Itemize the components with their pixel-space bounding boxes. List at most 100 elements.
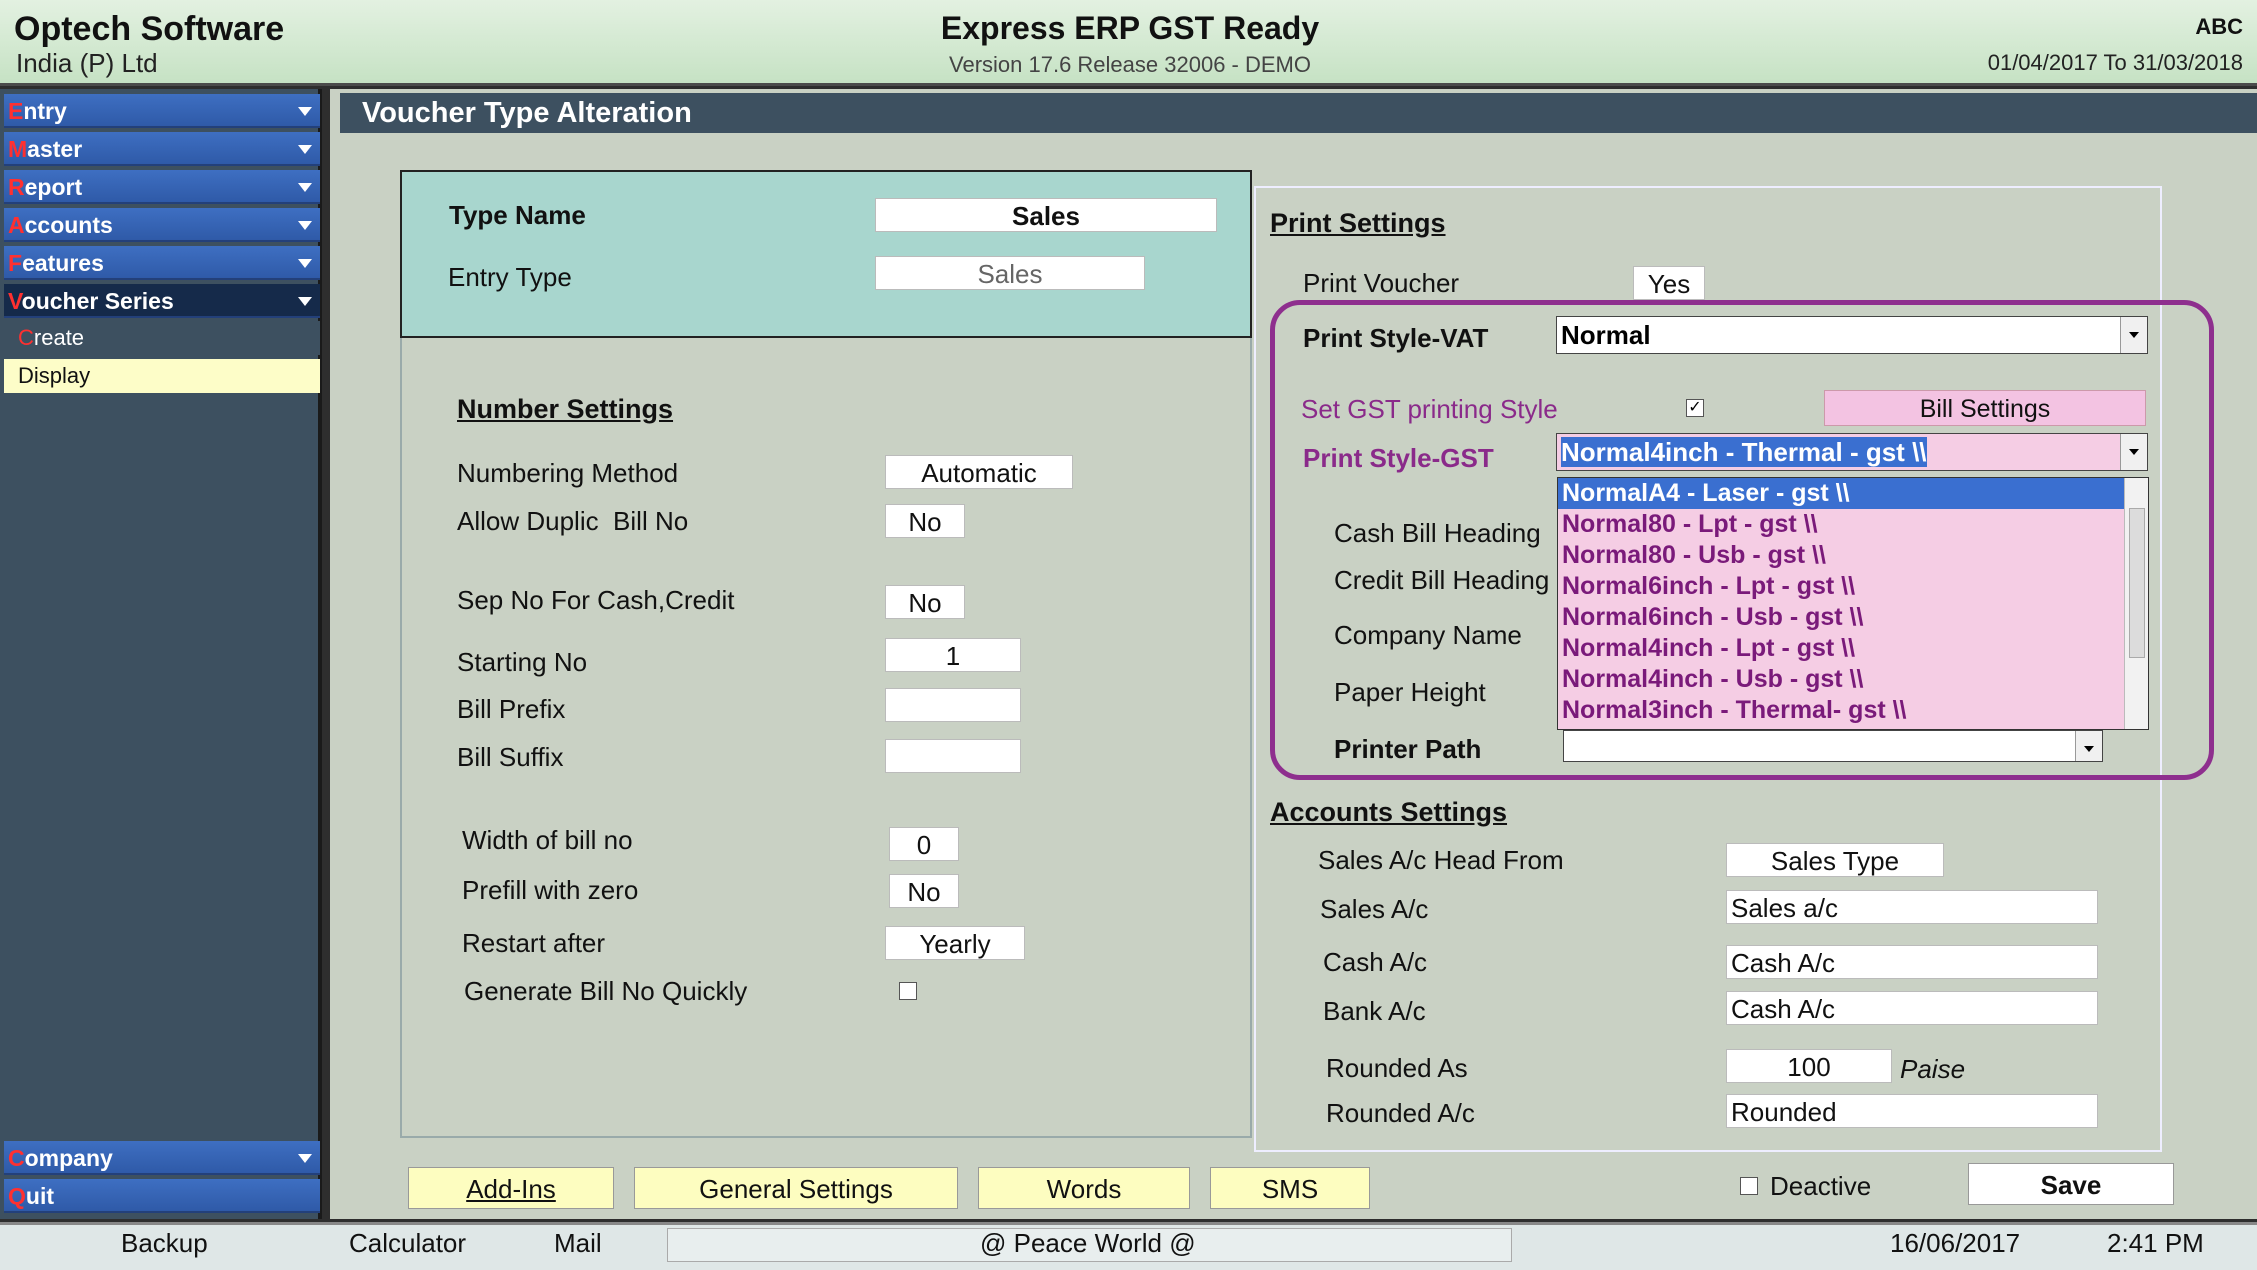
backup-button[interactable]: Backup (121, 1228, 208, 1259)
chevron-down-icon[interactable] (2075, 731, 2102, 761)
general-settings-button[interactable]: General Settings (634, 1167, 958, 1209)
gst-style-dropdown: NormalA4 - Laser - gst \\ Normal80 - Lpt… (1557, 477, 2149, 730)
printer-path-select[interactable] (1563, 730, 2103, 762)
type-box (400, 170, 1252, 338)
print-voucher-field[interactable]: Yes (1633, 266, 1705, 300)
company-name-label: Company Name (1334, 620, 1522, 650)
menu-hotkey: Q (8, 1183, 26, 1209)
print-voucher-label: Print Voucher (1303, 268, 1460, 298)
chevron-down-icon (298, 183, 312, 192)
mail-button[interactable]: Mail (554, 1228, 602, 1259)
calculator-button[interactable]: Calculator (349, 1228, 466, 1259)
menu-voucher-series[interactable]: Voucher Series (4, 284, 320, 318)
menu-features[interactable]: Features (4, 246, 320, 280)
width-field[interactable]: 0 (889, 827, 959, 861)
menu-hotkey: R (8, 174, 25, 200)
menu-entry[interactable]: Entry (4, 94, 320, 128)
version-label: Version 17.6 Release 32006 - DEMO (949, 52, 1311, 77)
head-from-label: Sales A/c Head From (1318, 845, 1564, 875)
bill-prefix-label: Bill Prefix (457, 694, 566, 724)
select-value: Normal (1561, 320, 1651, 350)
menu-hotkey: A (8, 212, 25, 238)
deactive-checkbox[interactable] (1740, 1177, 1758, 1195)
restart-field[interactable]: Yearly (885, 926, 1025, 960)
bank-ac-label: Bank A/c (1323, 996, 1426, 1026)
number-settings-heading: Number Settings (457, 394, 674, 424)
set-gst-checkbox[interactable]: ✓ (1686, 399, 1704, 417)
numbering-method-field[interactable]: Automatic (885, 455, 1073, 489)
width-label: Width of bill no (462, 825, 633, 855)
chevron-down-icon (298, 107, 312, 116)
allow-duplic-field[interactable]: No (885, 504, 965, 538)
bill-prefix-field[interactable] (885, 688, 1021, 722)
type-name-field[interactable]: Sales (875, 198, 1217, 232)
print-style-vat-select[interactable]: Normal (1556, 316, 2148, 354)
rounded-as-field[interactable]: 100 (1726, 1049, 1892, 1083)
entry-type-field[interactable]: Sales (875, 256, 1145, 290)
sales-ac-label: Sales A/c (1320, 894, 1429, 924)
dropdown-option[interactable]: NormalA4 - Laser - gst \\ (1558, 478, 2148, 509)
printer-path-label: Printer Path (1334, 734, 1482, 764)
bill-suffix-field[interactable] (885, 739, 1021, 773)
sms-button[interactable]: SMS (1210, 1167, 1370, 1209)
submenu-create[interactable]: Create (4, 321, 320, 355)
print-style-gst-select[interactable]: Normal4inch - Thermal - gst \\ (1556, 433, 2148, 471)
dropdown-option[interactable]: Normal6inch - Lpt - gst \\ (1558, 571, 2148, 602)
menu-label: reate (33, 325, 85, 350)
head-from-field[interactable]: Sales Type (1726, 843, 1944, 877)
chevron-down-icon (298, 145, 312, 154)
prefill-field[interactable]: No (889, 874, 959, 908)
menu-report[interactable]: Report (4, 170, 320, 204)
sales-ac-field[interactable]: Sales a/c (1726, 890, 2098, 924)
financial-period: 01/04/2017 To 31/03/2018 (1987, 50, 2243, 75)
company-subtitle: India (P) Ltd (16, 48, 158, 78)
cash-bill-heading-label: Cash Bill Heading (1334, 518, 1541, 548)
sep-no-field[interactable]: No (885, 585, 965, 619)
menu-company[interactable]: Company (4, 1141, 320, 1175)
set-gst-label: Set GST printing Style (1301, 394, 1558, 424)
menu-master[interactable]: Master (4, 132, 320, 166)
starting-no-field[interactable]: 1 (885, 638, 1021, 672)
credit-bill-heading-label: Credit Bill Heading (1334, 565, 1550, 595)
menu-label: eport (24, 174, 83, 200)
dropdown-option[interactable]: Normal80 - Usb - gst \\ (1558, 540, 2148, 571)
bill-suffix-label: Bill Suffix (457, 742, 564, 772)
rounded-ac-field[interactable]: Rounded (1726, 1094, 2098, 1128)
prefill-label: Prefill with zero (462, 875, 639, 905)
chevron-down-icon (298, 1154, 312, 1163)
print-settings-heading: Print Settings (1270, 208, 1446, 238)
menu-quit[interactable]: Quit (4, 1179, 320, 1213)
app-title: Express ERP GST Ready (940, 10, 1320, 46)
status-time: 2:41 PM (2107, 1228, 2204, 1258)
menu-label: ntry (23, 98, 67, 124)
dropdown-option[interactable]: Normal80 - Lpt - gst \\ (1558, 509, 2148, 540)
submenu-display[interactable]: Display (4, 359, 320, 393)
select-value: Normal4inch - Thermal - gst \\ (1561, 437, 1927, 467)
dropdown-option[interactable]: Normal4inch - Usb - gst \\ (1558, 664, 2148, 695)
menu-label: aster (27, 136, 83, 162)
cash-ac-field[interactable]: Cash A/c (1726, 945, 2098, 979)
dropdown-option[interactable]: Normal6inch - Usb - gst \\ (1558, 602, 2148, 633)
add-ins-button[interactable]: Add-Ins (408, 1167, 614, 1209)
menu-label: ompany (24, 1145, 113, 1171)
bill-settings-button[interactable]: Bill Settings (1824, 390, 2146, 426)
menu-hotkey: C (8, 1145, 25, 1171)
chevron-down-icon[interactable] (2120, 317, 2147, 353)
dropdown-scrollbar[interactable] (2124, 478, 2148, 729)
menu-hotkey: C (18, 325, 34, 350)
type-name-label: Type Name (449, 200, 586, 230)
generate-quickly-checkbox[interactable] (899, 982, 917, 1000)
numbering-method-label: Numbering Method (457, 458, 679, 488)
menu-hotkey: F (8, 250, 23, 276)
words-button[interactable]: Words (978, 1167, 1190, 1209)
chevron-down-icon[interactable] (2120, 434, 2147, 470)
dropdown-option[interactable]: Normal3inch - Thermal- gst \\ (1558, 695, 2148, 726)
save-button[interactable]: Save (1968, 1163, 2174, 1205)
dropdown-option[interactable]: Normal4inch - Lpt - gst \\ (1558, 633, 2148, 664)
app-header: Optech Software India (P) Ltd Express ER… (0, 0, 2257, 86)
bank-ac-field[interactable]: Cash A/c (1726, 991, 2098, 1025)
entry-type-label: Entry Type (448, 262, 572, 292)
page-title: Voucher Type Alteration (340, 93, 2257, 133)
scrollbar-thumb[interactable] (2129, 508, 2145, 658)
menu-accounts[interactable]: Accounts (4, 208, 320, 242)
